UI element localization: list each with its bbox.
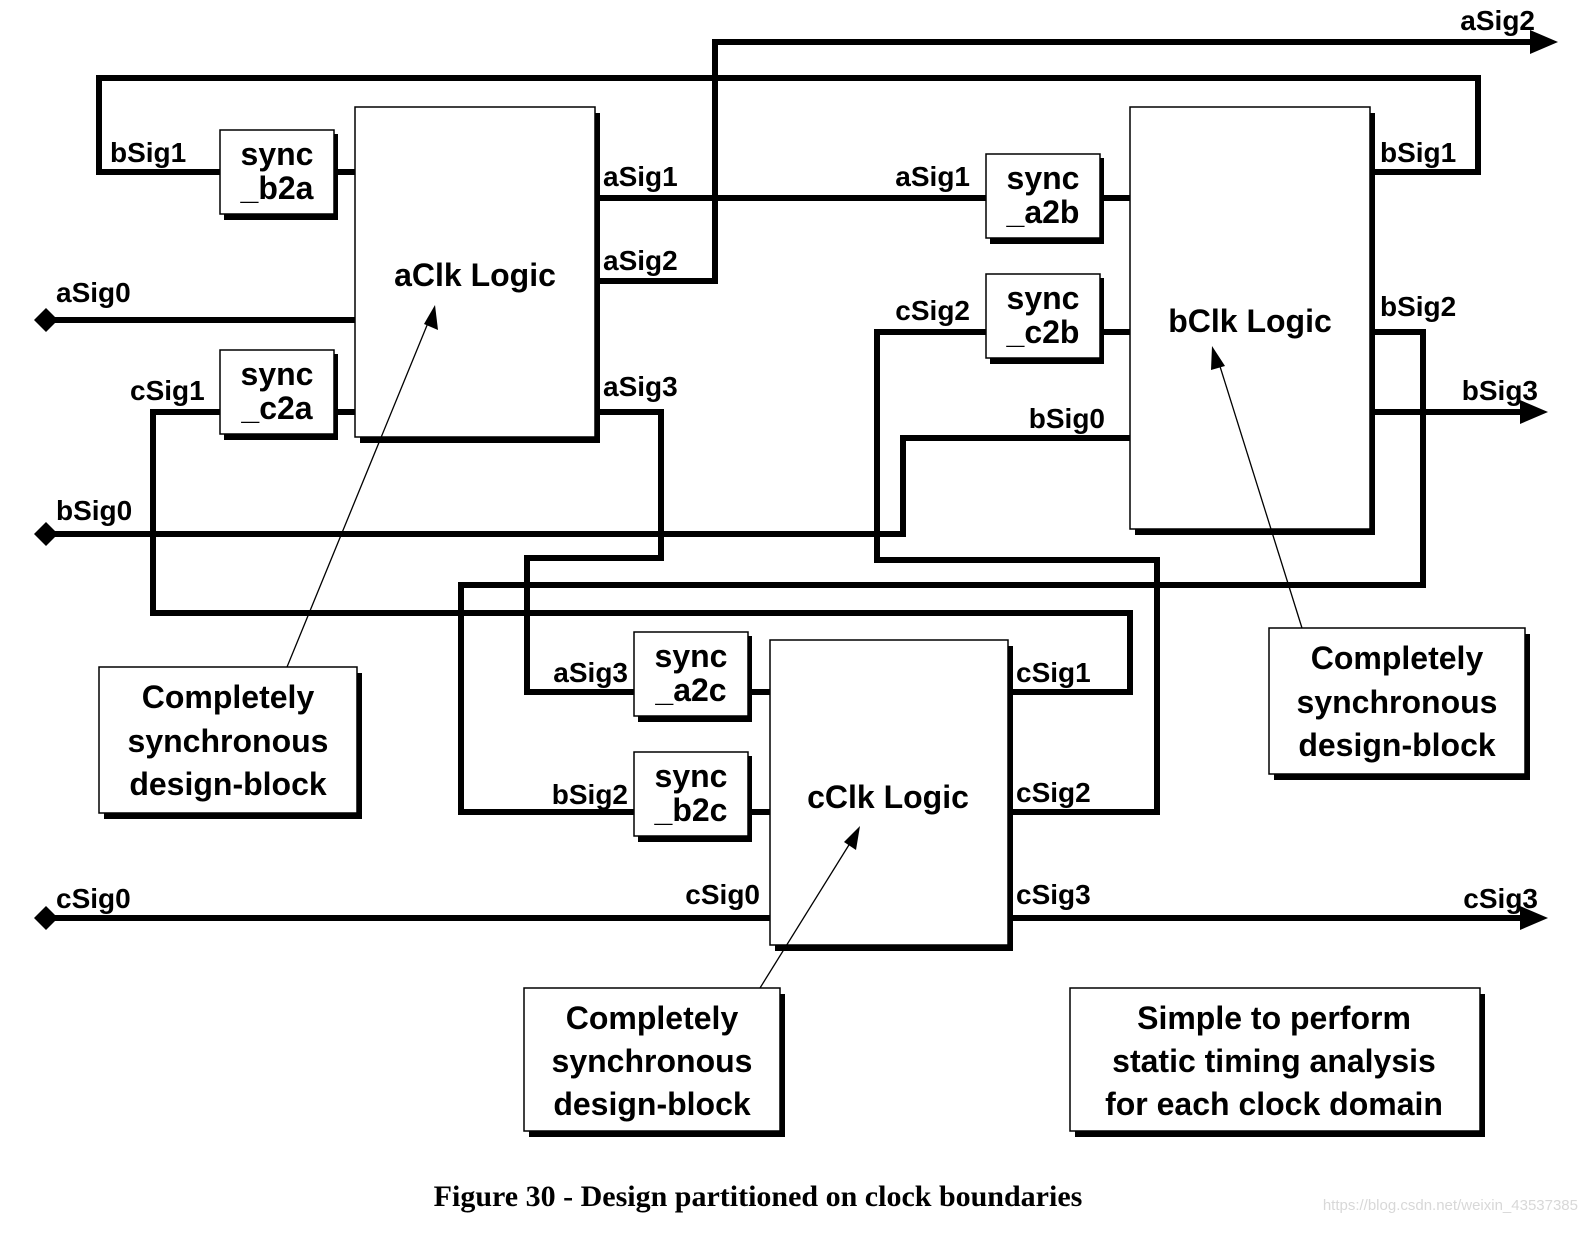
sync-block-c2b-line2: _c2b (1006, 314, 1080, 350)
logic-block-c: cClk Logic (769, 639, 1013, 951)
note-c: Completely synchronous design-block (523, 987, 785, 1137)
port-bsig0-diamond-icon (34, 522, 58, 546)
logic-block-b-label: bClk Logic (1168, 303, 1332, 339)
label-c-in-csig0: cSig0 (685, 879, 760, 910)
label-b-in-asig1: aSig1 (895, 161, 970, 192)
note-a: Completely synchronous design-block (98, 666, 362, 819)
note-c-line3: design-block (553, 1086, 751, 1122)
label-b-out-bsig2: bSig2 (1380, 291, 1456, 322)
watermark: https://blog.csdn.net/weixin_43537385 (1323, 1197, 1578, 1214)
note-b-line2: synchronous (1297, 684, 1498, 720)
sync-block-a2c: sync _a2c (633, 631, 752, 722)
note-sta: Simple to perform static timing analysis… (1069, 987, 1485, 1137)
label-a-in-csig1: cSig1 (130, 375, 205, 406)
sync-block-b2a-line1: sync (241, 136, 314, 172)
label-a-out-asig2: aSig2 (603, 245, 678, 276)
label-a-out-asig3: aSig3 (603, 371, 678, 402)
note-c-line2: synchronous (552, 1043, 753, 1079)
wire-bsig0 (43, 435, 1131, 537)
label-asig0: aSig0 (56, 277, 131, 308)
sync-block-c2a-line2: _c2a (240, 390, 312, 426)
logic-block-a: aClk Logic (354, 106, 600, 443)
sync-block-a2b: sync _a2b (985, 153, 1104, 244)
sync-block-a2c-line2: _a2c (654, 672, 726, 708)
note-b-line1: Completely (1311, 640, 1484, 676)
sync-block-c2a: sync _c2a (219, 349, 338, 440)
label-b-out-bsig1: bSig1 (1380, 137, 1456, 168)
sync-block-a2b-line1: sync (1007, 160, 1080, 196)
sync-block-c2a-line1: sync (241, 356, 314, 392)
logic-block-a-label: aClk Logic (394, 257, 556, 293)
note-b: Completely synchronous design-block (1268, 627, 1530, 780)
note-a-line2: synchronous (128, 723, 329, 759)
label-c-in-asig3: aSig3 (553, 657, 628, 688)
note-a-line3: design-block (129, 766, 327, 802)
logic-block-c-label: cClk Logic (807, 779, 969, 815)
label-b-in-bsig0: bSig0 (1029, 403, 1105, 434)
sync-block-b2c-line1: sync (655, 758, 728, 794)
sync-block-b2c: sync _b2c (633, 751, 752, 842)
clock-partition-diagram: aClk Logic bClk Logic cClk Logic sync _b… (34, 5, 1578, 1214)
label-c-in-bsig2: bSig2 (552, 779, 628, 810)
note-sta-line3: for each clock domain (1105, 1086, 1443, 1122)
label-c-out-csig1: cSig1 (1016, 657, 1091, 688)
label-c-out-csig2: cSig2 (1016, 777, 1091, 808)
label-a-out-asig1: aSig1 (603, 161, 678, 192)
label-c-out-csig3: cSig3 (1016, 879, 1091, 910)
port-csig0-diamond-icon (34, 906, 58, 930)
sync-block-a2c-line1: sync (655, 638, 728, 674)
note-sta-line1: Simple to perform (1137, 1000, 1411, 1036)
label-bsig0: bSig0 (56, 495, 132, 526)
figure-caption: Figure 30 - Design partitioned on clock … (434, 1180, 1083, 1213)
sync-block-b2a: sync _b2a (219, 129, 338, 220)
sync-block-b2c-line2: _b2c (654, 792, 728, 828)
note-b-line3: design-block (1298, 727, 1496, 763)
label-a-in-bsig1: bSig1 (110, 137, 186, 168)
label-b-in-csig2: cSig2 (895, 295, 970, 326)
sync-block-c2b: sync _c2b (985, 273, 1104, 364)
port-asig0-diamond-icon (34, 308, 58, 332)
label-b-out-bsig3: bSig3 (1462, 375, 1538, 406)
sync-block-b2a-line2: _b2a (240, 170, 314, 206)
note-sta-line2: static timing analysis (1112, 1043, 1436, 1079)
label-port-csig3: cSig3 (1463, 883, 1538, 914)
note-c-line1: Completely (566, 1000, 739, 1036)
sync-block-c2b-line1: sync (1007, 280, 1080, 316)
sync-block-a2b-line2: _a2b (1006, 194, 1080, 230)
label-top-asig2: aSig2 (1460, 5, 1535, 36)
label-port-csig0: cSig0 (56, 883, 131, 914)
note-a-line1: Completely (142, 679, 315, 715)
